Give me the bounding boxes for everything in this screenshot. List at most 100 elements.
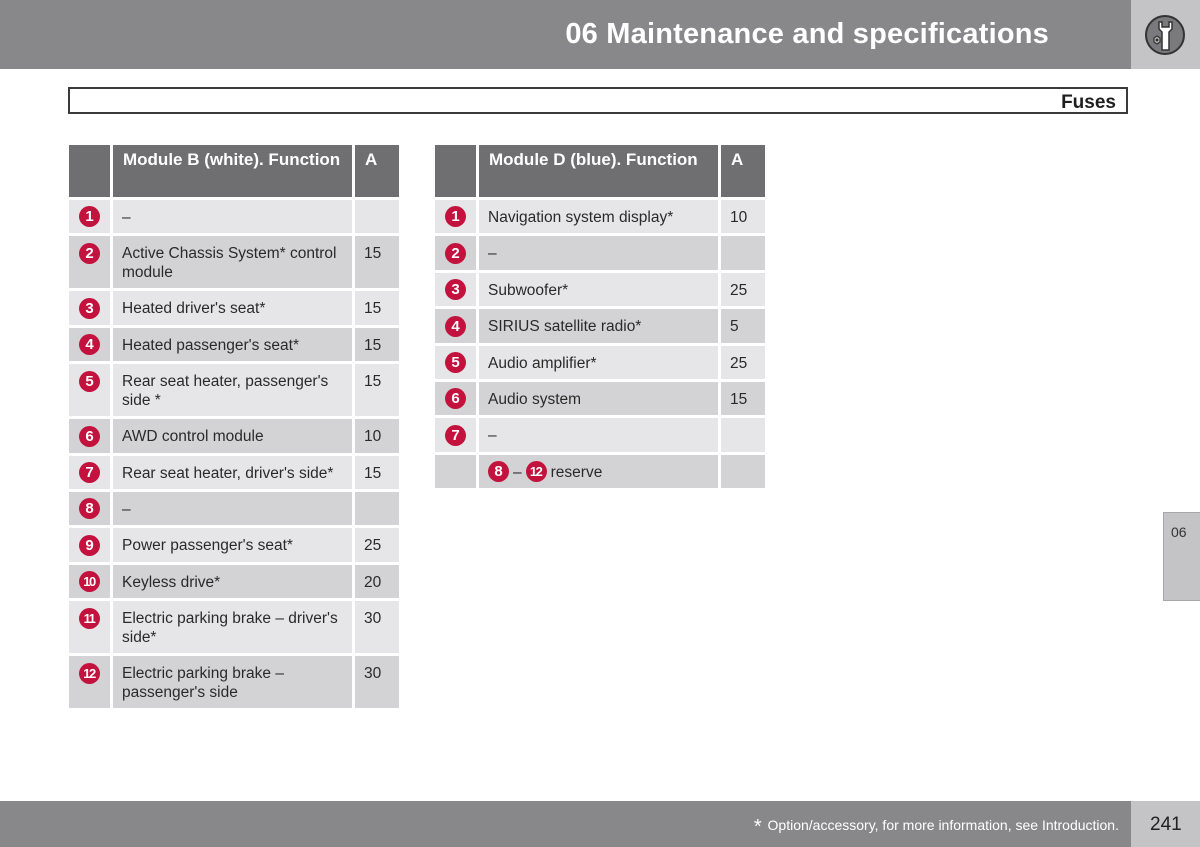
table-row: 4 Heated passenger's seat* 15 xyxy=(69,327,399,362)
wrench-nut-icon xyxy=(1145,15,1185,55)
amps-cell: 10 xyxy=(721,200,765,234)
table-row: 11 Electric parking brake – driver's side… xyxy=(69,601,399,654)
fuse-number-badge: 4 xyxy=(445,315,466,337)
function-cell: Rear seat heater, passenger's side * xyxy=(113,364,352,417)
amps-cell: 15 xyxy=(355,327,399,362)
amps-cell: 15 xyxy=(355,291,399,325)
table-row: 4 SIRIUS satellite radio* 5 xyxy=(435,309,765,343)
module-b-fuse-table: Module B (white). Function A 1– 2 Active C… xyxy=(66,142,402,711)
fuse-number-cell: 10 xyxy=(69,564,110,599)
table-row: 5 Audio amplifier* 25 xyxy=(435,345,765,380)
fuse-number-badge: 4 xyxy=(79,334,100,356)
fuse-number-badge: 6 xyxy=(445,388,466,410)
table-row: 6 AWD control module 10 xyxy=(69,419,399,453)
fuse-number-badge: 9 xyxy=(79,534,100,556)
function-cell: Subwoofer* xyxy=(479,272,718,307)
function-cell: SIRIUS satellite radio* xyxy=(479,309,718,343)
fuse-number-badge: 3 xyxy=(79,297,100,319)
table-header-row: Module B (white). Function A xyxy=(69,145,399,197)
table-row: 7– xyxy=(435,418,765,452)
chapter-side-tab[interactable]: 06 xyxy=(1163,512,1200,601)
function-cell: Heated driver's seat* xyxy=(113,291,352,325)
amps-cell: 15 xyxy=(355,364,399,417)
fuse-number-cell: 1 xyxy=(69,200,110,234)
amps-cell: 5 xyxy=(721,309,765,343)
module-d-fuse-table: Module D (blue). Function A 1 Navigation … xyxy=(432,142,768,491)
table-row: 2 Active Chassis System* control module 15 xyxy=(69,236,399,289)
amps-cell xyxy=(721,236,765,270)
chapter-icon-box xyxy=(1131,0,1200,69)
header-amps: A xyxy=(355,145,399,197)
fuse-number-cell: 2 xyxy=(435,236,476,270)
page-number-box: 241 xyxy=(1131,801,1200,847)
fuse-number-badge: 2 xyxy=(79,242,100,264)
reserve-row: 8–12 reserve xyxy=(435,454,765,489)
fuse-number-cell: 11 xyxy=(69,601,110,654)
table-row: 3 Subwoofer* 25 xyxy=(435,272,765,307)
reserve-label: reserve xyxy=(550,463,603,481)
fuse-number-badge: 1 xyxy=(445,206,466,228)
function-cell: AWD control module xyxy=(113,419,352,453)
table-row: 2– xyxy=(435,236,765,270)
table-row: 8– xyxy=(69,492,399,526)
fuse-number-badge: 7 xyxy=(445,424,466,446)
amps-cell: 30 xyxy=(355,656,399,709)
amps-cell: 30 xyxy=(355,601,399,654)
fuse-number-badge: 1 xyxy=(79,206,100,228)
fuse-number-cell: 5 xyxy=(435,345,476,380)
fuse-number-badge: 8 xyxy=(488,461,509,483)
function-cell: Navigation system display* xyxy=(479,200,718,234)
fuse-number-cell xyxy=(435,454,476,489)
table-row: 7 Rear seat heater, driver's side* 15 xyxy=(69,455,399,490)
fuse-number-badge: 5 xyxy=(445,352,466,374)
footnote-text: Option/accessory, for more information, … xyxy=(767,817,1119,833)
function-cell: Active Chassis System* control module xyxy=(113,236,352,289)
fuse-number-badge: 11 xyxy=(79,607,100,629)
table-row: 1 Navigation system display* 10 xyxy=(435,200,765,234)
amps-cell xyxy=(355,200,399,234)
amps-cell: 20 xyxy=(355,564,399,599)
fuse-number-badge: 7 xyxy=(79,462,100,484)
function-cell: Audio amplifier* xyxy=(479,345,718,380)
header-num xyxy=(69,145,110,197)
table-row: 5 Rear seat heater, passenger's side * 15 xyxy=(69,364,399,417)
fuse-number-cell: 1 xyxy=(435,200,476,234)
table-row: 12 Electric parking brake – passenger's s… xyxy=(69,656,399,709)
amps-cell: 15 xyxy=(355,236,399,289)
chapter-header-bar: 06 Maintenance and specifications xyxy=(0,0,1131,69)
function-cell: – xyxy=(479,236,718,270)
fuse-number-cell: 2 xyxy=(69,236,110,289)
fuse-number-badge: 12 xyxy=(525,461,547,483)
table-row: 9 Power passenger's seat* 25 xyxy=(69,528,399,562)
amps-cell xyxy=(721,454,765,489)
table-row: 6 Audio system 15 xyxy=(435,382,765,416)
header-function: Module D (blue). Function xyxy=(479,145,718,197)
range-separator: – xyxy=(513,463,522,481)
amps-cell: 25 xyxy=(721,345,765,380)
fuse-number-cell: 3 xyxy=(435,272,476,307)
function-cell: Audio system xyxy=(479,382,718,416)
amps-cell: 15 xyxy=(355,455,399,490)
fuse-number-cell: 9 xyxy=(69,528,110,562)
fuse-number-cell: 4 xyxy=(69,327,110,362)
function-cell: – xyxy=(479,418,718,452)
fuse-number-badge: 8 xyxy=(79,498,100,520)
table-row: 1– xyxy=(69,200,399,234)
function-cell: Keyless drive* xyxy=(113,564,352,599)
fuse-number-cell: 6 xyxy=(435,382,476,416)
fuse-number-cell: 12 xyxy=(69,656,110,709)
footer-bar: * Option/accessory, for more information… xyxy=(0,801,1131,847)
side-tab-label: 06 xyxy=(1171,524,1187,540)
reserve-cell: 8–12 reserve xyxy=(479,454,718,489)
section-heading-box: Fuses xyxy=(68,87,1128,114)
footnote: * Option/accessory, for more information… xyxy=(754,816,1119,839)
amps-cell xyxy=(355,492,399,526)
amps-cell: 10 xyxy=(355,419,399,453)
fuse-number-badge: 6 xyxy=(79,425,100,447)
fuse-number-cell: 7 xyxy=(435,418,476,452)
header-function: Module B (white). Function xyxy=(113,145,352,197)
function-cell: Heated passenger's seat* xyxy=(113,327,352,362)
table-row: 3 Heated driver's seat* 15 xyxy=(69,291,399,325)
amps-cell: 15 xyxy=(721,382,765,416)
table-row: 10 Keyless drive* 20 xyxy=(69,564,399,599)
